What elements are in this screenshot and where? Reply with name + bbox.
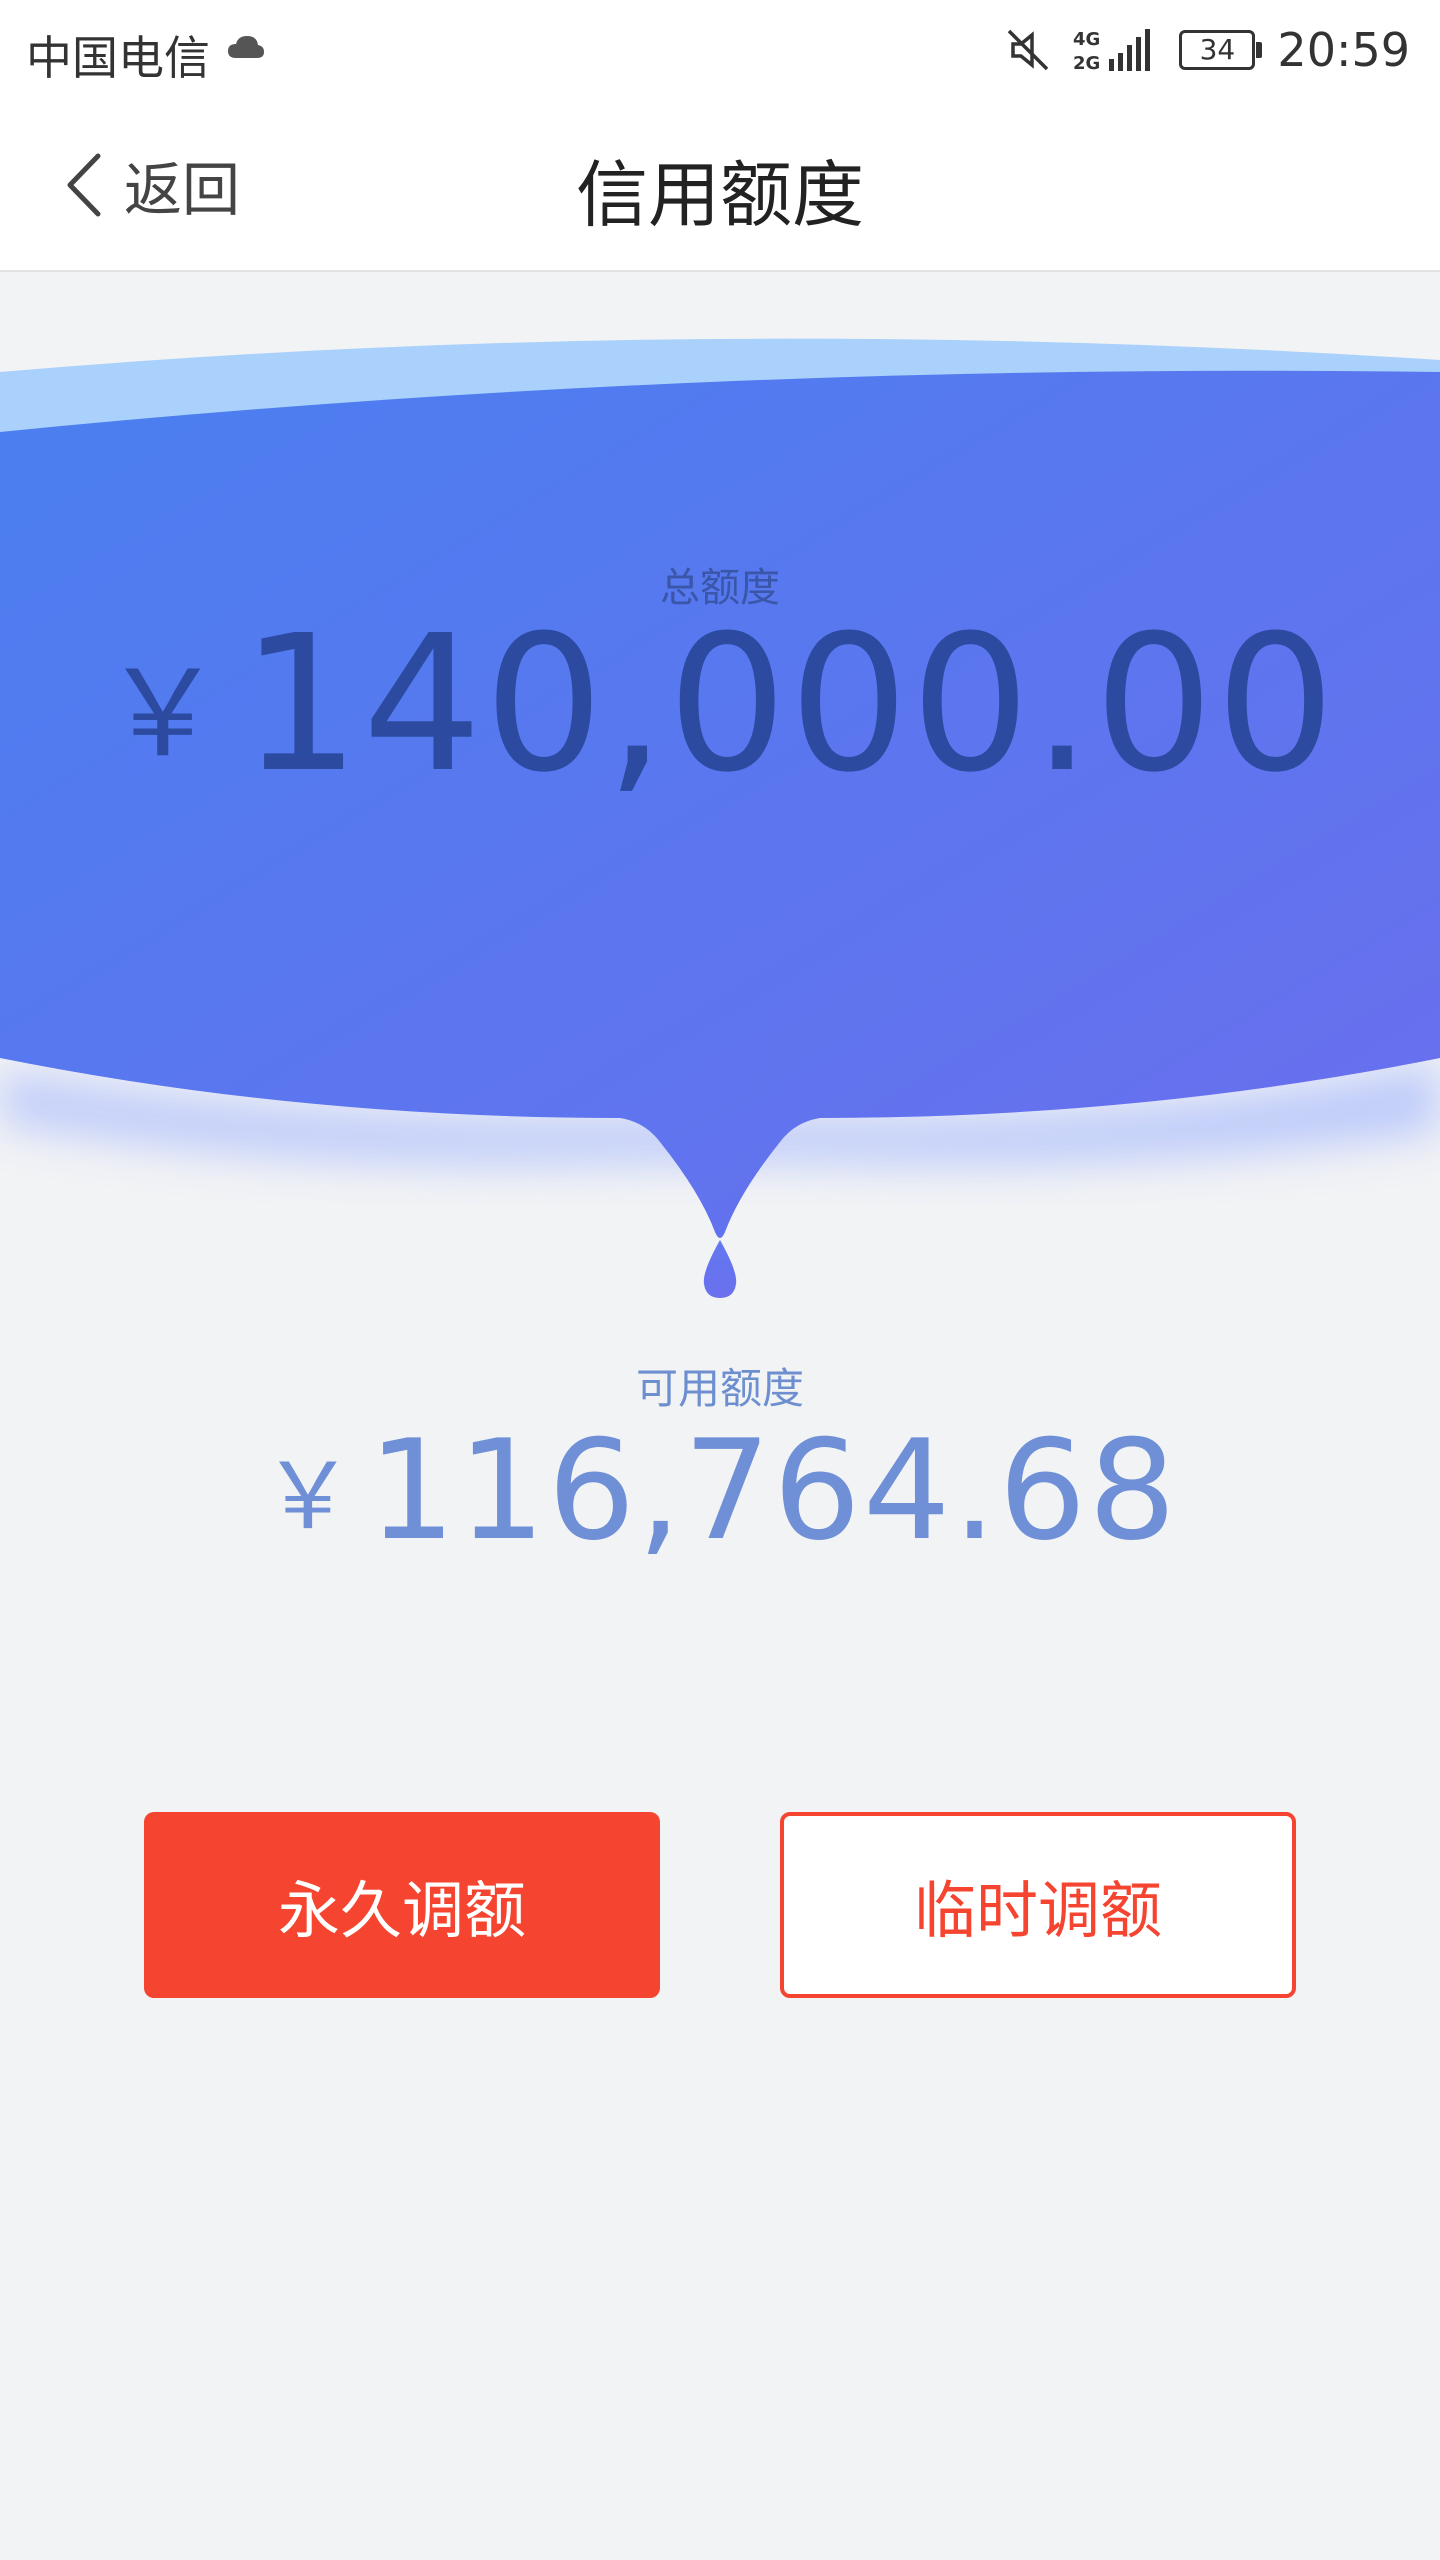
currency-symbol: ￥ [102,645,223,784]
status-bar: 中国电信 4G 2G 34 20:59 [0,0,1440,100]
currency-symbol: ￥ [261,1443,354,1550]
battery-icon: 34 [1179,30,1263,70]
page-title: 信用额度 [575,153,864,237]
temporary-adjust-label: 临时调额 [913,1874,1162,1947]
available-credit-value: 116,764.68 [367,1410,1179,1571]
temporary-adjust-button[interactable]: 临时调额 [780,1812,1296,1998]
carrier-label: 中国电信 [26,31,210,85]
cloud-icon [228,36,264,58]
nav-bar: 返回 信用额度 [0,100,1440,272]
total-credit-value: 140,000.00 [240,595,1338,814]
permanent-adjust-label: 永久调额 [277,1874,526,1947]
clock: 20:59 [1277,23,1410,77]
status-icons: 4G 2G 34 20:59 [1005,18,1410,82]
svg-text:2G: 2G [1073,53,1100,74]
svg-text:4G: 4G [1073,29,1100,50]
mute-icon [1008,29,1049,71]
available-credit-label: 可用额度 [635,1364,804,1413]
available-credit-amount: ￥ 116,764.68 [0,1410,1440,1571]
signal-4g-2g-icon: 4G 2G [1073,29,1151,74]
permanent-adjust-button[interactable]: 永久调额 [144,1812,660,1998]
total-credit-amount: ￥140,000.00 [0,595,1440,814]
